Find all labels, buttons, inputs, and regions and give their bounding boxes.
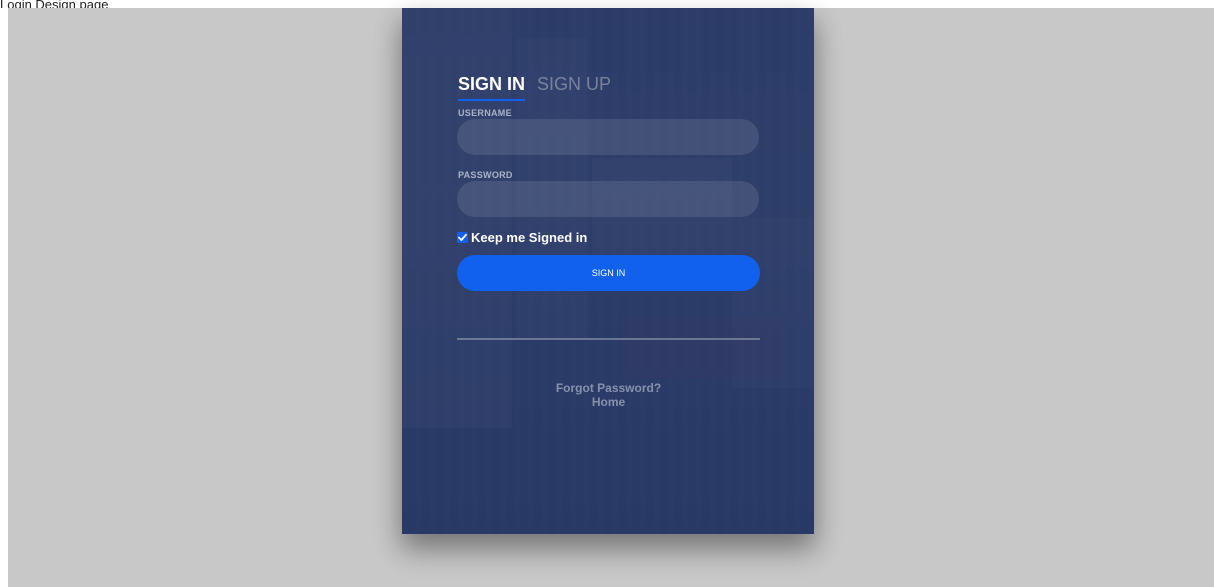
password-label: PASSWORD — [458, 170, 513, 180]
page-title: Login Design page — [0, 0, 109, 8]
form-divider — [457, 338, 760, 340]
keep-signed-in-row[interactable]: Keep me Signed in — [457, 230, 587, 245]
username-label: USERNAME — [458, 108, 512, 118]
auth-tabs: SIGN IN SIGN UP — [457, 74, 760, 101]
check-icon — [458, 233, 467, 241]
login-card: SIGN IN SIGN UP USERNAME PASSWORD Keep m… — [402, 8, 814, 534]
keep-signed-in-checkbox[interactable] — [457, 232, 468, 243]
forgot-password-link[interactable]: Forgot Password? — [457, 381, 760, 395]
page-viewport: SIGN IN SIGN UP USERNAME PASSWORD Keep m… — [8, 8, 1214, 587]
home-link[interactable]: Home — [457, 395, 760, 409]
username-input[interactable] — [457, 119, 759, 155]
keep-signed-in-label: Keep me Signed in — [471, 230, 588, 245]
tab-sign-up[interactable]: SIGN UP — [537, 74, 611, 99]
tab-sign-in[interactable]: SIGN IN — [458, 74, 526, 101]
sign-in-button[interactable]: SIGN IN — [457, 255, 760, 291]
footer-links: Forgot Password? Home — [457, 381, 760, 409]
login-form: SIGN IN SIGN UP USERNAME PASSWORD Keep m… — [457, 74, 760, 409]
password-input[interactable] — [457, 181, 759, 217]
